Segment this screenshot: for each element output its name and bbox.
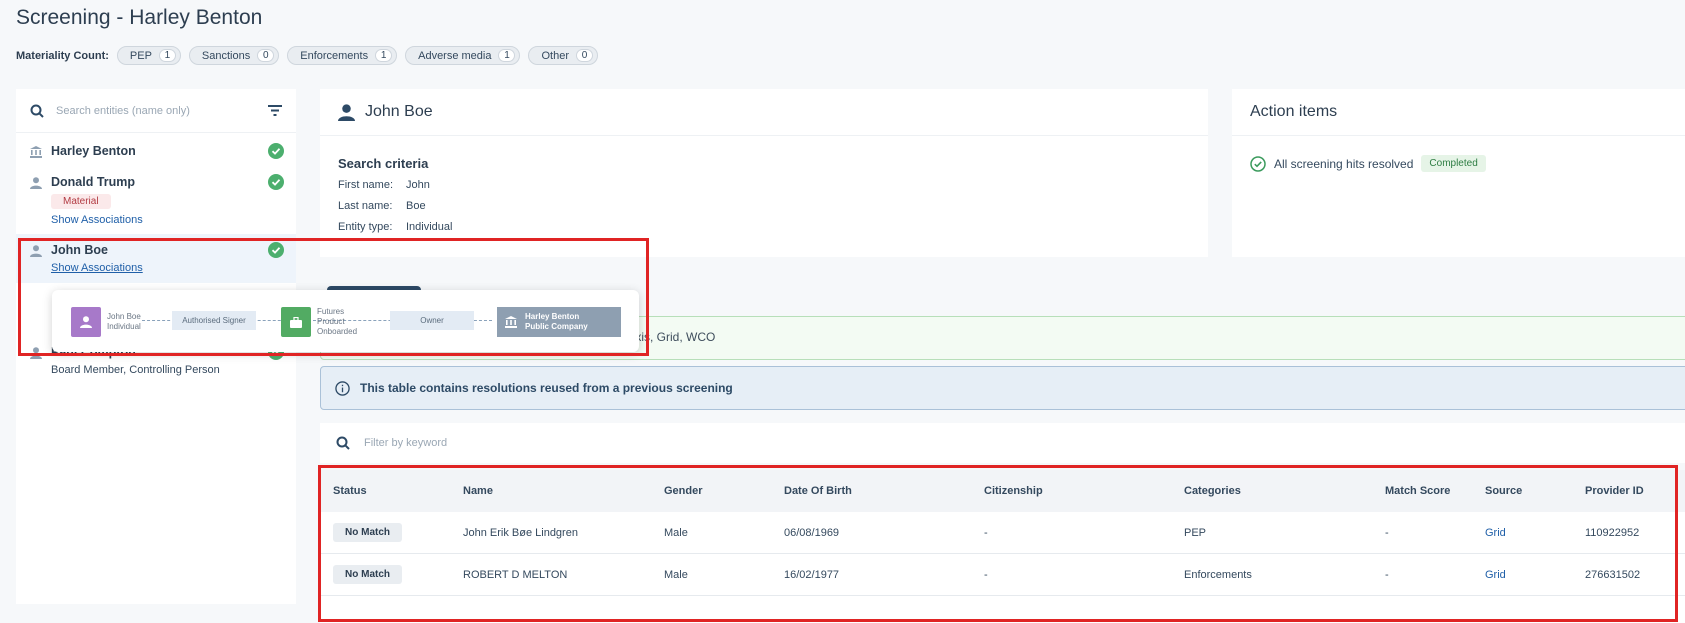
entity-name: Donald Trump xyxy=(51,175,136,189)
search-input[interactable]: Search entities (name only) xyxy=(56,105,268,117)
criteria-first-name: First name: John xyxy=(338,179,430,191)
entity-details-card: John Boe Search criteria First name: John… xyxy=(320,89,1208,257)
chip-enforcements[interactable]: Enforcements 1 xyxy=(287,46,398,65)
entity-roles: Board Member, Controlling Person xyxy=(51,364,220,376)
sidebar-item-harley-benton[interactable]: Harley Benton xyxy=(16,143,296,159)
keyword-filter: Filter by keyword xyxy=(320,423,1685,463)
person-icon xyxy=(338,103,355,121)
highlight-box-associations xyxy=(18,238,649,356)
search-icon xyxy=(336,436,350,450)
chip-sanctions[interactable]: Sanctions 0 xyxy=(188,46,280,65)
chip-count: 1 xyxy=(498,49,516,62)
chip-count: 1 xyxy=(158,49,176,62)
criteria-last-name: Last name: Boe xyxy=(338,200,426,212)
check-circle-icon xyxy=(268,143,284,159)
check-circle-icon xyxy=(268,174,284,190)
chip-count: 0 xyxy=(576,49,593,62)
action-item-text: All screening hits resolved xyxy=(1274,156,1414,171)
reuse-info-text: This table contains resolutions reused f… xyxy=(360,381,733,395)
search-criteria-title: Search criteria xyxy=(338,156,429,171)
search-icon xyxy=(30,104,44,118)
action-item: All screening hits resolved Completed xyxy=(1250,155,1685,172)
show-associations-link[interactable]: Show Associations xyxy=(51,214,282,226)
material-badge: Material xyxy=(51,194,111,209)
check-circle-outline-icon xyxy=(1250,155,1266,172)
filter-icon[interactable] xyxy=(268,105,282,116)
chip-adverse-media[interactable]: Adverse media 1 xyxy=(405,46,521,65)
sidebar-item-donald-trump[interactable]: Donald Trump Material Show Associations xyxy=(16,174,296,226)
chip-other[interactable]: Other 0 xyxy=(528,46,598,65)
page-title: Screening - Harley Benton xyxy=(16,6,263,29)
filter-input[interactable]: Filter by keyword xyxy=(364,437,447,449)
criteria-entity-type: Entity type: Individual xyxy=(338,221,453,233)
action-items-title: Action items xyxy=(1250,103,1338,120)
chip-count: 0 xyxy=(257,49,275,62)
completed-badge: Completed xyxy=(1421,155,1486,172)
entity-header: John Boe xyxy=(320,89,1208,136)
entity-search: Search entities (name only) xyxy=(16,89,296,133)
entity-name: Harley Benton xyxy=(51,144,136,158)
chip-count: 1 xyxy=(375,49,393,62)
action-items-card: Action items All screening hits resolved… xyxy=(1232,89,1685,257)
reuse-info-banner: This table contains resolutions reused f… xyxy=(320,366,1685,410)
entity-title: John Boe xyxy=(365,103,433,120)
highlight-box-table xyxy=(318,465,1678,622)
bank-icon xyxy=(30,146,42,158)
info-icon xyxy=(335,380,350,396)
chip-pep[interactable]: PEP 1 xyxy=(116,46,181,65)
materiality-count: Materiality Count: PEP 1 Sanctions 0 Enfor… xyxy=(16,46,598,65)
materiality-label: Materiality Count: xyxy=(16,49,109,62)
action-items-header: Action items xyxy=(1232,89,1685,136)
person-icon xyxy=(30,177,42,189)
